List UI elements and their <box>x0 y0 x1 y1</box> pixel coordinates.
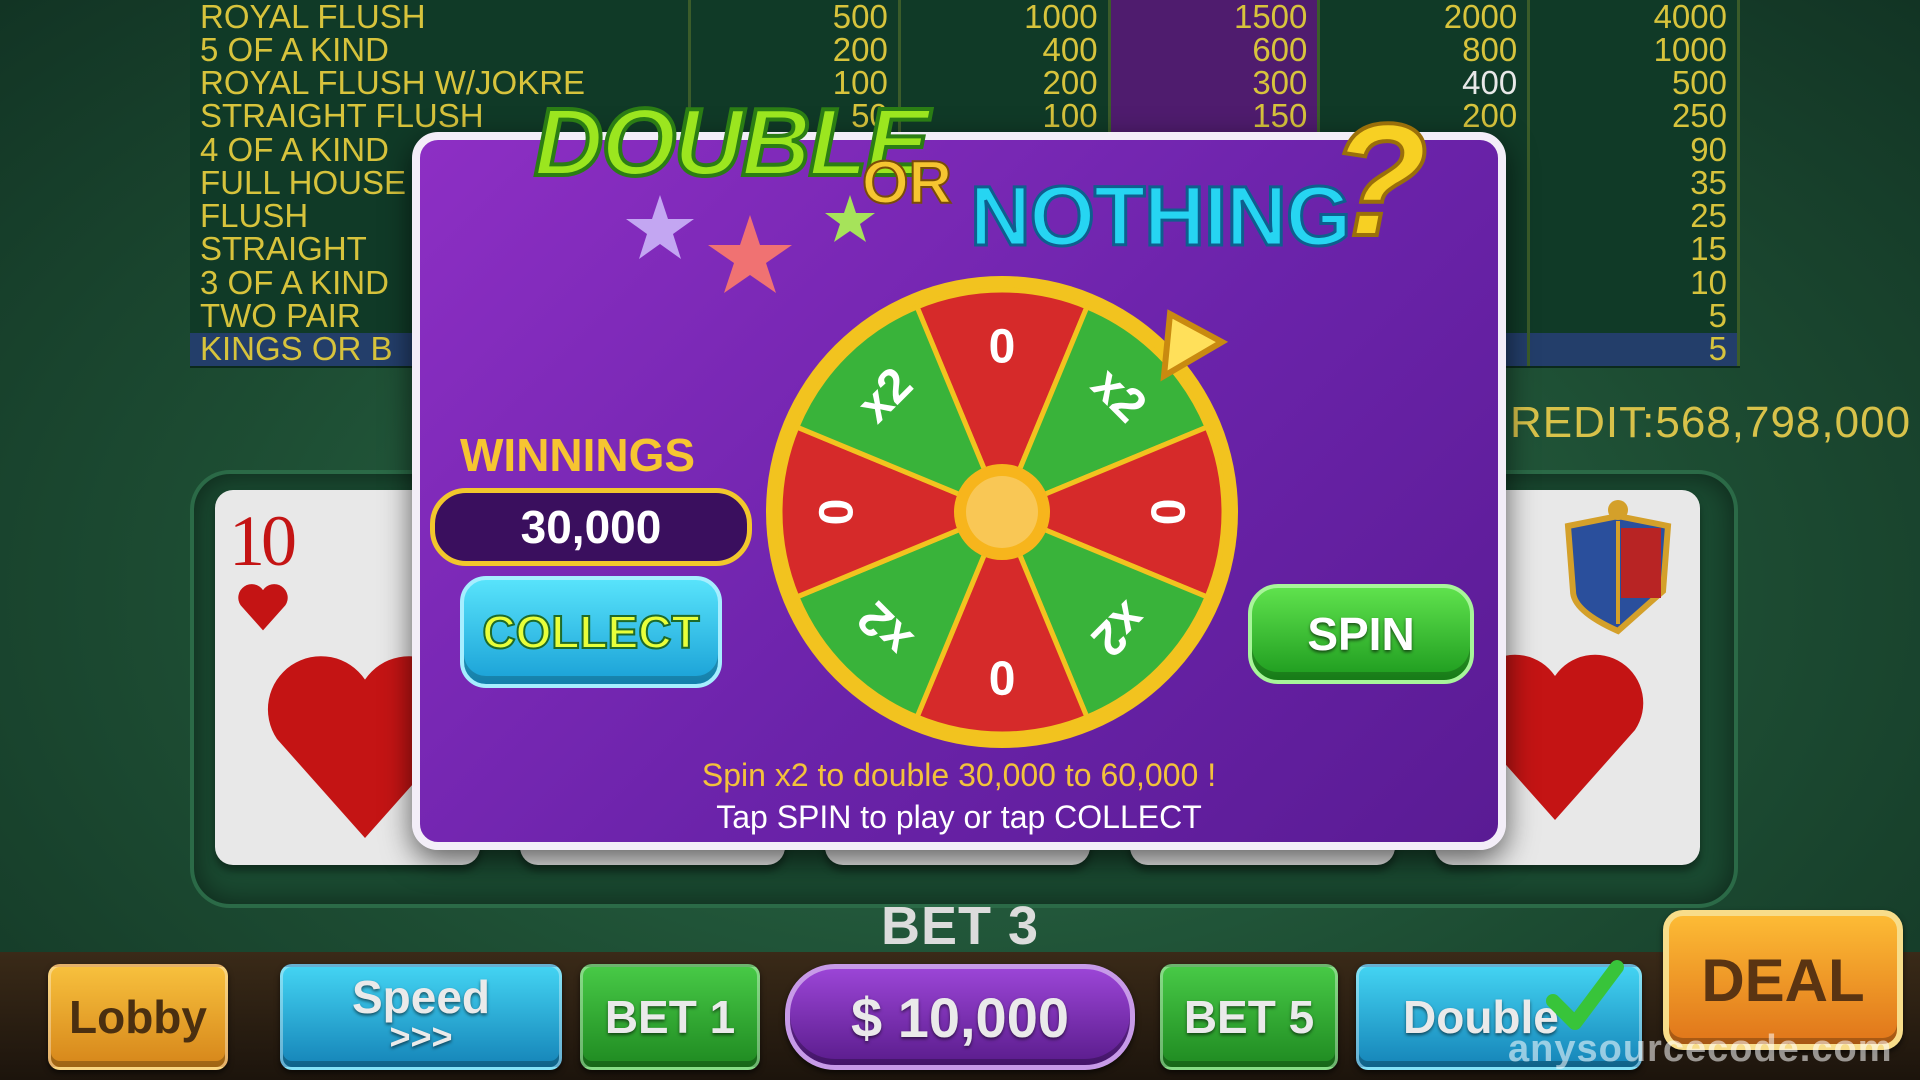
heart-icon <box>238 584 288 631</box>
checkmark-icon <box>1546 960 1624 1030</box>
payout-value: 15 <box>1528 232 1740 267</box>
bet-5-button[interactable]: BET 5 <box>1160 964 1338 1070</box>
payout-value: 150 <box>1109 99 1321 134</box>
payout-value: 300 <box>1109 66 1321 100</box>
wheel-segment-label: 0 <box>811 499 864 526</box>
speed-label: Speed <box>351 971 491 1023</box>
bet-amount-button[interactable]: $ 10,000 <box>785 964 1135 1070</box>
paytable-row: STRAIGHT FLUSH 50 100 150 200 250 <box>190 99 1740 134</box>
payout-value: 2000 <box>1318 0 1531 34</box>
paytable-row: ROYAL FLUSH 500 1000 1500 2000 4000 <box>190 0 1740 34</box>
payout-value: 25 <box>1528 199 1740 233</box>
watermark: anysourcecode.com <box>1508 1028 1893 1070</box>
payout-value: 1000 <box>1528 33 1740 67</box>
paytable-row: ROYAL FLUSH W/JOKRE 100 200 300 400 500 <box>190 66 1740 100</box>
spin-wheel[interactable]: 0x20x20x20x2 <box>762 272 1242 752</box>
payout-value: 1000 <box>899 0 1111 34</box>
wheel-hub-shine <box>966 476 1038 548</box>
payout-value: 5 <box>1528 299 1740 333</box>
card-rank: 10 <box>229 501 297 581</box>
spin-button[interactable]: SPIN <box>1248 584 1474 684</box>
speed-button[interactable]: Speed >>> <box>280 964 562 1070</box>
winnings-value: 30,000 <box>430 488 752 566</box>
payout-value: 800 <box>1318 33 1531 67</box>
star-icon <box>626 195 694 259</box>
hand-name: ROYAL FLUSH <box>190 0 691 34</box>
payout-value: 500 <box>689 0 901 34</box>
wheel-pointer-icon <box>1160 309 1229 382</box>
payout-value: 200 <box>899 66 1111 100</box>
payout-value: 500 <box>1528 66 1740 100</box>
instruction-line-2: Tap SPIN to play or tap COLLECT <box>716 799 1202 835</box>
payout-value: 250 <box>1528 99 1740 134</box>
collect-button[interactable]: COLLECT <box>460 576 722 688</box>
credit-display: REDIT:568,798,000 <box>1510 398 1912 447</box>
payout-value: 100 <box>899 99 1111 134</box>
hand-name: 5 OF A KIND <box>190 33 691 67</box>
question-mark-icon: ? <box>1328 88 1430 271</box>
payout-value: 90 <box>1528 133 1740 167</box>
lobby-button[interactable]: Lobby <box>48 964 228 1070</box>
instruction-line-1: Spin x2 to double 30,000 to 60,000 ! <box>701 757 1217 793</box>
winnings-label: WINNINGS <box>460 429 696 481</box>
bet-label: BET 3 <box>880 896 1040 956</box>
speed-arrows: >>> <box>389 1016 453 1057</box>
title-nothing: NOTHING <box>968 168 1352 265</box>
payout-value: 5 <box>1528 332 1740 366</box>
payout-value: 10 <box>1528 266 1740 300</box>
payout-value: 1500 <box>1109 0 1321 34</box>
paytable-row: 5 OF A KIND 200 400 600 800 1000 <box>190 33 1740 67</box>
crest-icon <box>1564 500 1672 635</box>
wheel-segment-label: 0 <box>1141 499 1194 526</box>
bet-1-button[interactable]: BET 1 <box>580 964 760 1070</box>
title-or: OR <box>861 148 953 217</box>
payout-value: 35 <box>1528 166 1740 200</box>
payout-value: 200 <box>689 33 901 67</box>
payout-value: 600 <box>1109 33 1321 67</box>
wheel-segment-label: 0 <box>989 651 1016 704</box>
payout-value: 4000 <box>1528 0 1740 34</box>
wheel-segment-label: 0 <box>989 321 1016 374</box>
payout-value: 400 <box>899 33 1111 67</box>
